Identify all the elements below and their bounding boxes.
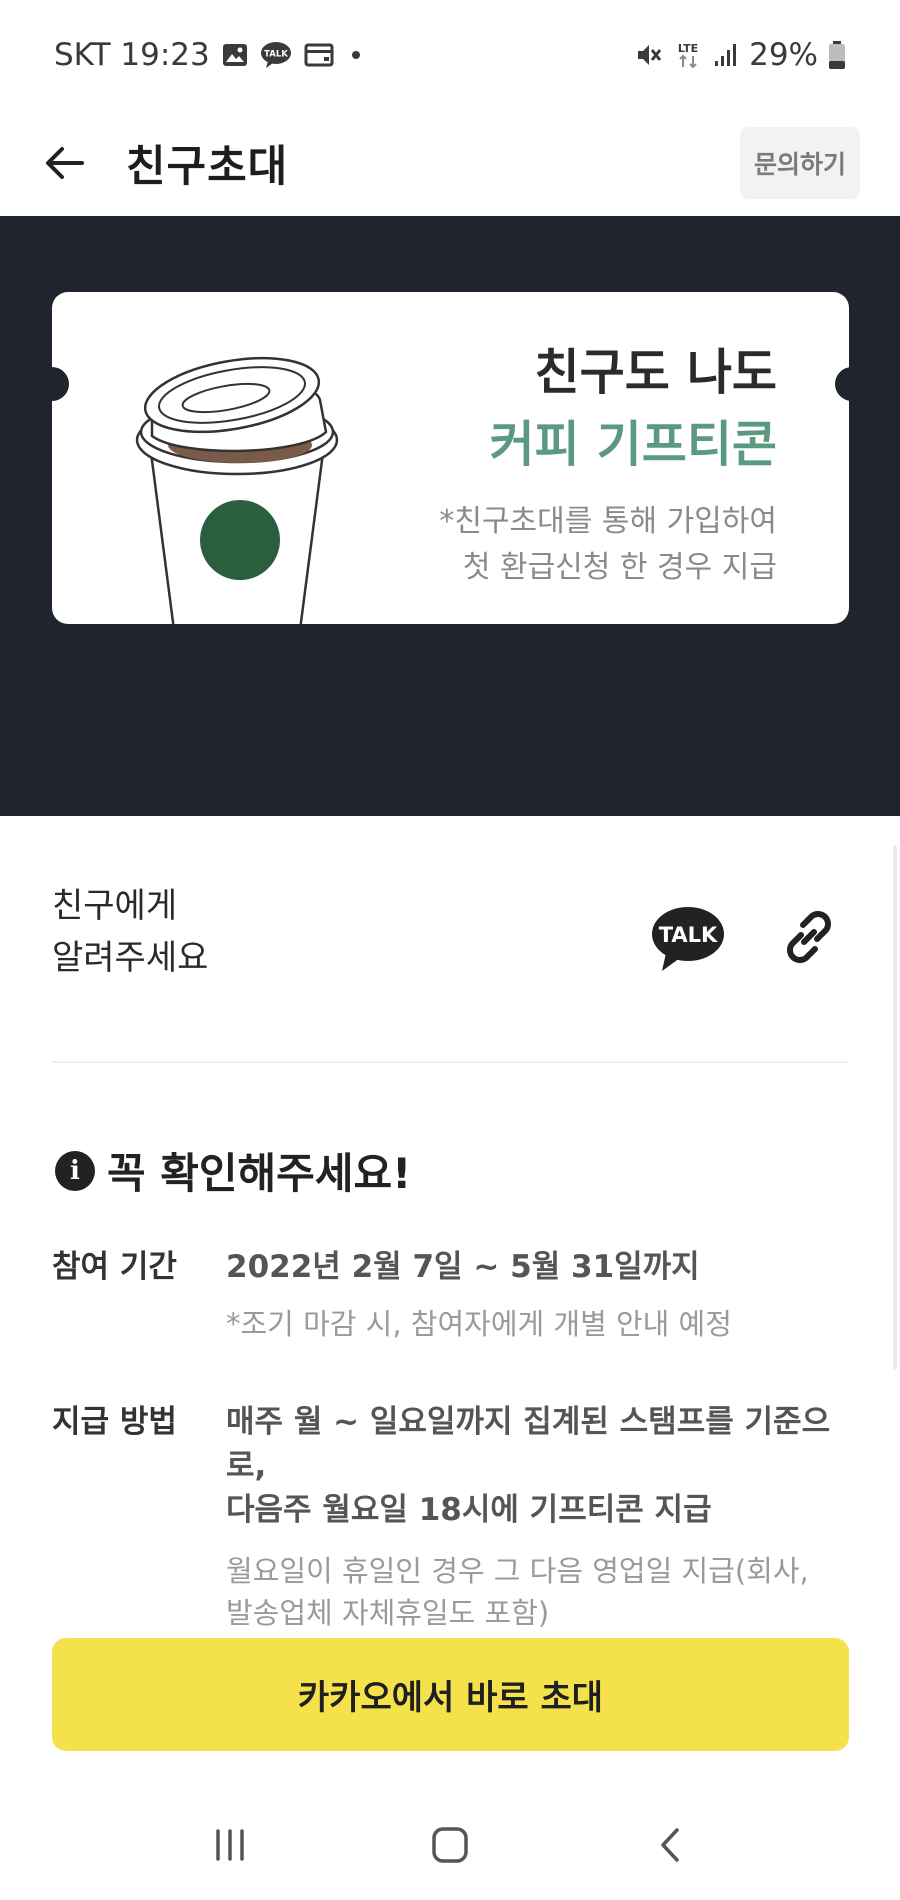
invite-via-kakao-button[interactable]: 카카오에서 바로 초대 [52,1638,849,1751]
cup-logo-circle [200,500,280,580]
copy-link-button[interactable] [774,902,844,972]
arrow-left-icon [46,147,84,179]
notice-title: 꼭 확인해주세요! [107,1149,412,1198]
more-notifications-dot [351,51,360,59]
banner-subtitle: 커피 기프티콘 [489,416,777,473]
period-value: 2022년 2월 7일 ~ 5월 31일까지 [226,1249,700,1285]
share-section: 친구에게 알려주세요 TALK [52,880,849,1060]
ticket-notch-left [35,367,69,401]
payment-value-line1: 매주 월 ~ 일요일까지 집계된 스탬프를 기준으로, [226,1404,831,1484]
promo-banner: 친구도 나도 커피 기프티콘 *친구초대를 통해 가입하여 첫 환급신청 한 경… [0,216,900,816]
period-note: *조기 마감 시, 참여자에게 개별 안내 예정 [226,1307,732,1341]
signal-icon [713,42,739,68]
system-nav-bar [0,1790,900,1900]
kakaotalk-notification-icon: TALK [260,41,292,69]
app-header: 친구초대 문의하기 [0,110,900,216]
period-label: 참여 기간 [52,1249,177,1285]
banner-note: *친구초대를 통해 가입하여 첫 환급신청 한 경우 지급 [439,499,777,591]
page-title: 친구초대 [126,142,289,192]
notice-row-payment: 지급 방법 매주 월 ~ 일요일까지 집계된 스탬프를 기준으로, 다음주 월요… [52,1400,849,1634]
scrollbar[interactable] [893,845,897,1370]
payment-body: 매주 월 ~ 일요일까지 집계된 스탬프를 기준으로, 다음주 월요일 18시에… [226,1400,849,1634]
banner-note-line2: 첫 환급신청 한 경우 지급 [462,550,777,585]
inquiry-button[interactable]: 문의하기 [739,127,860,199]
kakaotalk-share-button[interactable]: TALK [650,905,726,973]
payment-value: 매주 월 ~ 일요일까지 집계된 스탬프를 기준으로, 다음주 월요일 18시에… [226,1400,849,1532]
notice-row-period: 참여 기간 2022년 2월 7일 ~ 5월 31일까지 *조기 마감 시, 참… [52,1245,849,1345]
banner-note-line1: *친구초대를 통해 가입하여 [439,504,777,539]
battery-icon [828,40,846,70]
payment-label: 지급 방법 [52,1404,177,1440]
info-icon: i [55,1150,95,1191]
ticket-notch-right [835,367,869,401]
talk-label: TALK [659,923,718,947]
kakaotalk-icon: TALK [652,907,724,971]
system-back-button[interactable] [630,1805,710,1885]
status-bar: SKT 19:23 TALK LTE 29% [0,0,900,110]
svg-text:TALK: TALK [264,50,288,60]
payment-value-line2: 다음주 월요일 18시에 기프티콘 지급 [226,1492,712,1528]
lte-label: LTE [678,42,698,55]
payment-note-line2: 발송업체 자체휴일도 포함) [226,1596,550,1630]
status-left: SKT 19:23 TALK [54,37,360,73]
gallery-icon [222,42,248,68]
carrier-time: SKT 19:23 [54,37,210,73]
section-divider [52,1061,849,1063]
ticket-text: 친구도 나도 커피 기프티콘 *친구초대를 통해 가입하여 첫 환급신청 한 경… [439,337,777,591]
notice-header: i 꼭 확인해주세요! [55,1140,411,1201]
share-label-line2: 알려주세요 [52,938,209,978]
back-icon [661,1828,679,1862]
share-label: 친구에게 알려주세요 [52,880,849,984]
status-right: LTE 29% [635,37,846,73]
gift-ticket-card: 친구도 나도 커피 기프티콘 *친구초대를 통해 가입하여 첫 환급신청 한 경… [52,292,849,624]
share-label-line1: 친구에게 [52,886,178,926]
recent-apps-button[interactable] [190,1805,270,1885]
back-button[interactable] [40,139,88,187]
link-icon [787,911,831,963]
recent-apps-icon [216,1829,244,1861]
mute-icon [635,41,663,69]
coffee-cup-illustration [135,356,339,624]
battery-percent: 29% [749,37,818,73]
home-button[interactable] [410,1805,490,1885]
payment-note: 월요일이 휴일인 경우 그 다음 영업일 지급(회사, 발송업체 자체휴일도 포… [226,1550,849,1634]
period-body: 2022년 2월 7일 ~ 5월 31일까지 *조기 마감 시, 참여자에게 개… [226,1245,849,1345]
banner-title: 친구도 나도 [534,344,777,401]
card-notification-icon [304,42,334,68]
payment-note-line1: 월요일이 휴일인 경우 그 다음 영업일 지급(회사, [226,1554,809,1588]
home-icon [432,1827,468,1863]
lte-icon: LTE [673,40,703,70]
